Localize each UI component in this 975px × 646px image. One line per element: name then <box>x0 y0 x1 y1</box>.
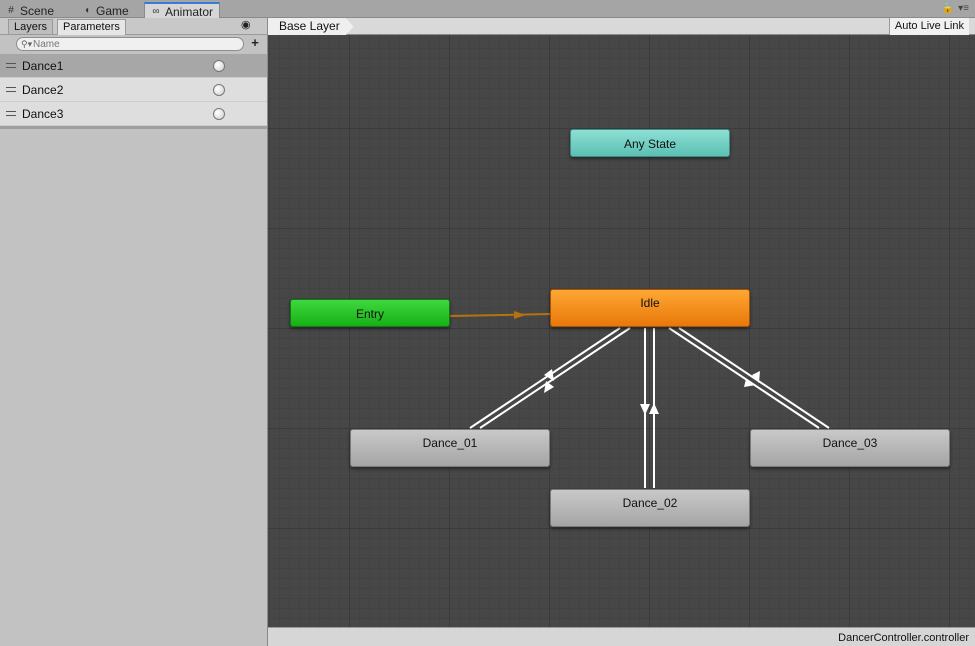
breadcrumb[interactable]: Base Layer <box>268 18 354 35</box>
tab-animator-label: Animator <box>165 4 214 19</box>
transition-dance01-idle[interactable] <box>479 327 631 429</box>
animator-icon: ∞ <box>152 5 160 17</box>
state-machine-graph[interactable]: Any State Entry Idle Dance_01 Dance_02 D… <box>268 35 975 627</box>
tab-game-label: Game <box>96 3 129 18</box>
transition-links <box>449 311 830 488</box>
parameter-name[interactable]: Dance1 <box>22 59 63 73</box>
state-idle[interactable]: Idle <box>550 289 750 327</box>
tab-scene-label: Scene <box>20 3 55 18</box>
tab-scene[interactable]: # Scene <box>0 3 60 18</box>
eye-icon[interactable]: ◉ <box>241 20 255 31</box>
transition-arrow <box>649 403 659 414</box>
drag-handle-icon[interactable] <box>6 111 16 116</box>
parameter-list: Dance1 Dance2 Dance3 <box>0 54 267 129</box>
drag-handle-icon[interactable] <box>6 87 16 92</box>
window-tab-bar: # Scene ◖ Game ∞ Animator 🔒 ▾≡ <box>0 0 975 19</box>
drag-handle-icon[interactable] <box>6 63 16 68</box>
lock-icon[interactable]: 🔒 <box>942 3 954 14</box>
state-dance-01[interactable]: Dance_01 <box>350 429 550 467</box>
trigger-toggle[interactable] <box>213 84 225 96</box>
tab-game[interactable]: ◖ Game <box>76 3 135 18</box>
transition-arrow <box>640 404 650 415</box>
trigger-toggle[interactable] <box>213 60 225 72</box>
grid-icon: # <box>8 4 14 16</box>
parameter-name[interactable]: Dance2 <box>22 83 63 97</box>
parameter-row[interactable]: Dance3 <box>0 102 267 126</box>
state-dance-02[interactable]: Dance_02 <box>550 489 750 527</box>
controller-filename: DancerController.controller <box>838 632 969 644</box>
transition-idle-dance03[interactable] <box>668 327 820 429</box>
graph-header: Base Layer Auto Live Link <box>268 18 975 35</box>
tab-animator[interactable]: ∞ Animator <box>144 2 221 19</box>
transition-idle-dance01[interactable] <box>469 327 621 429</box>
tab-parameters[interactable]: Parameters <box>57 19 126 35</box>
menu-icon[interactable]: ▾≡ <box>958 3 969 14</box>
list-divider <box>0 126 267 129</box>
window-controls: 🔒 ▾≡ <box>942 3 969 14</box>
parameters-panel: Layers Parameters ◉ ⚲▾ + Dance1 Dance2 D… <box>0 18 268 646</box>
entry-transition-arrow <box>514 311 526 319</box>
parameter-row[interactable]: Dance2 <box>0 78 267 102</box>
state-dance-03[interactable]: Dance_03 <box>750 429 950 467</box>
entry-transition[interactable] <box>449 313 551 317</box>
search-icon: ⚲▾ <box>21 39 33 49</box>
status-bar: DancerController.controller <box>268 627 975 646</box>
parameter-name[interactable]: Dance3 <box>22 107 63 121</box>
tab-layers[interactable]: Layers <box>8 19 54 35</box>
state-entry[interactable]: Entry <box>290 299 450 327</box>
parameter-row[interactable]: Dance1 <box>0 54 267 78</box>
state-any-state[interactable]: Any State <box>570 129 730 157</box>
search-input[interactable] <box>16 37 244 51</box>
panel-subtabs: Layers Parameters ◉ <box>0 18 267 35</box>
auto-live-link-button[interactable]: Auto Live Link <box>888 18 969 35</box>
add-parameter-button[interactable]: + <box>248 36 262 51</box>
transition-dance03-idle[interactable] <box>678 327 830 429</box>
transition-arrow <box>544 369 554 381</box>
pacman-icon: ◖ <box>83 4 91 16</box>
trigger-toggle[interactable] <box>213 108 225 120</box>
search-row: ⚲▾ + <box>0 35 267 53</box>
